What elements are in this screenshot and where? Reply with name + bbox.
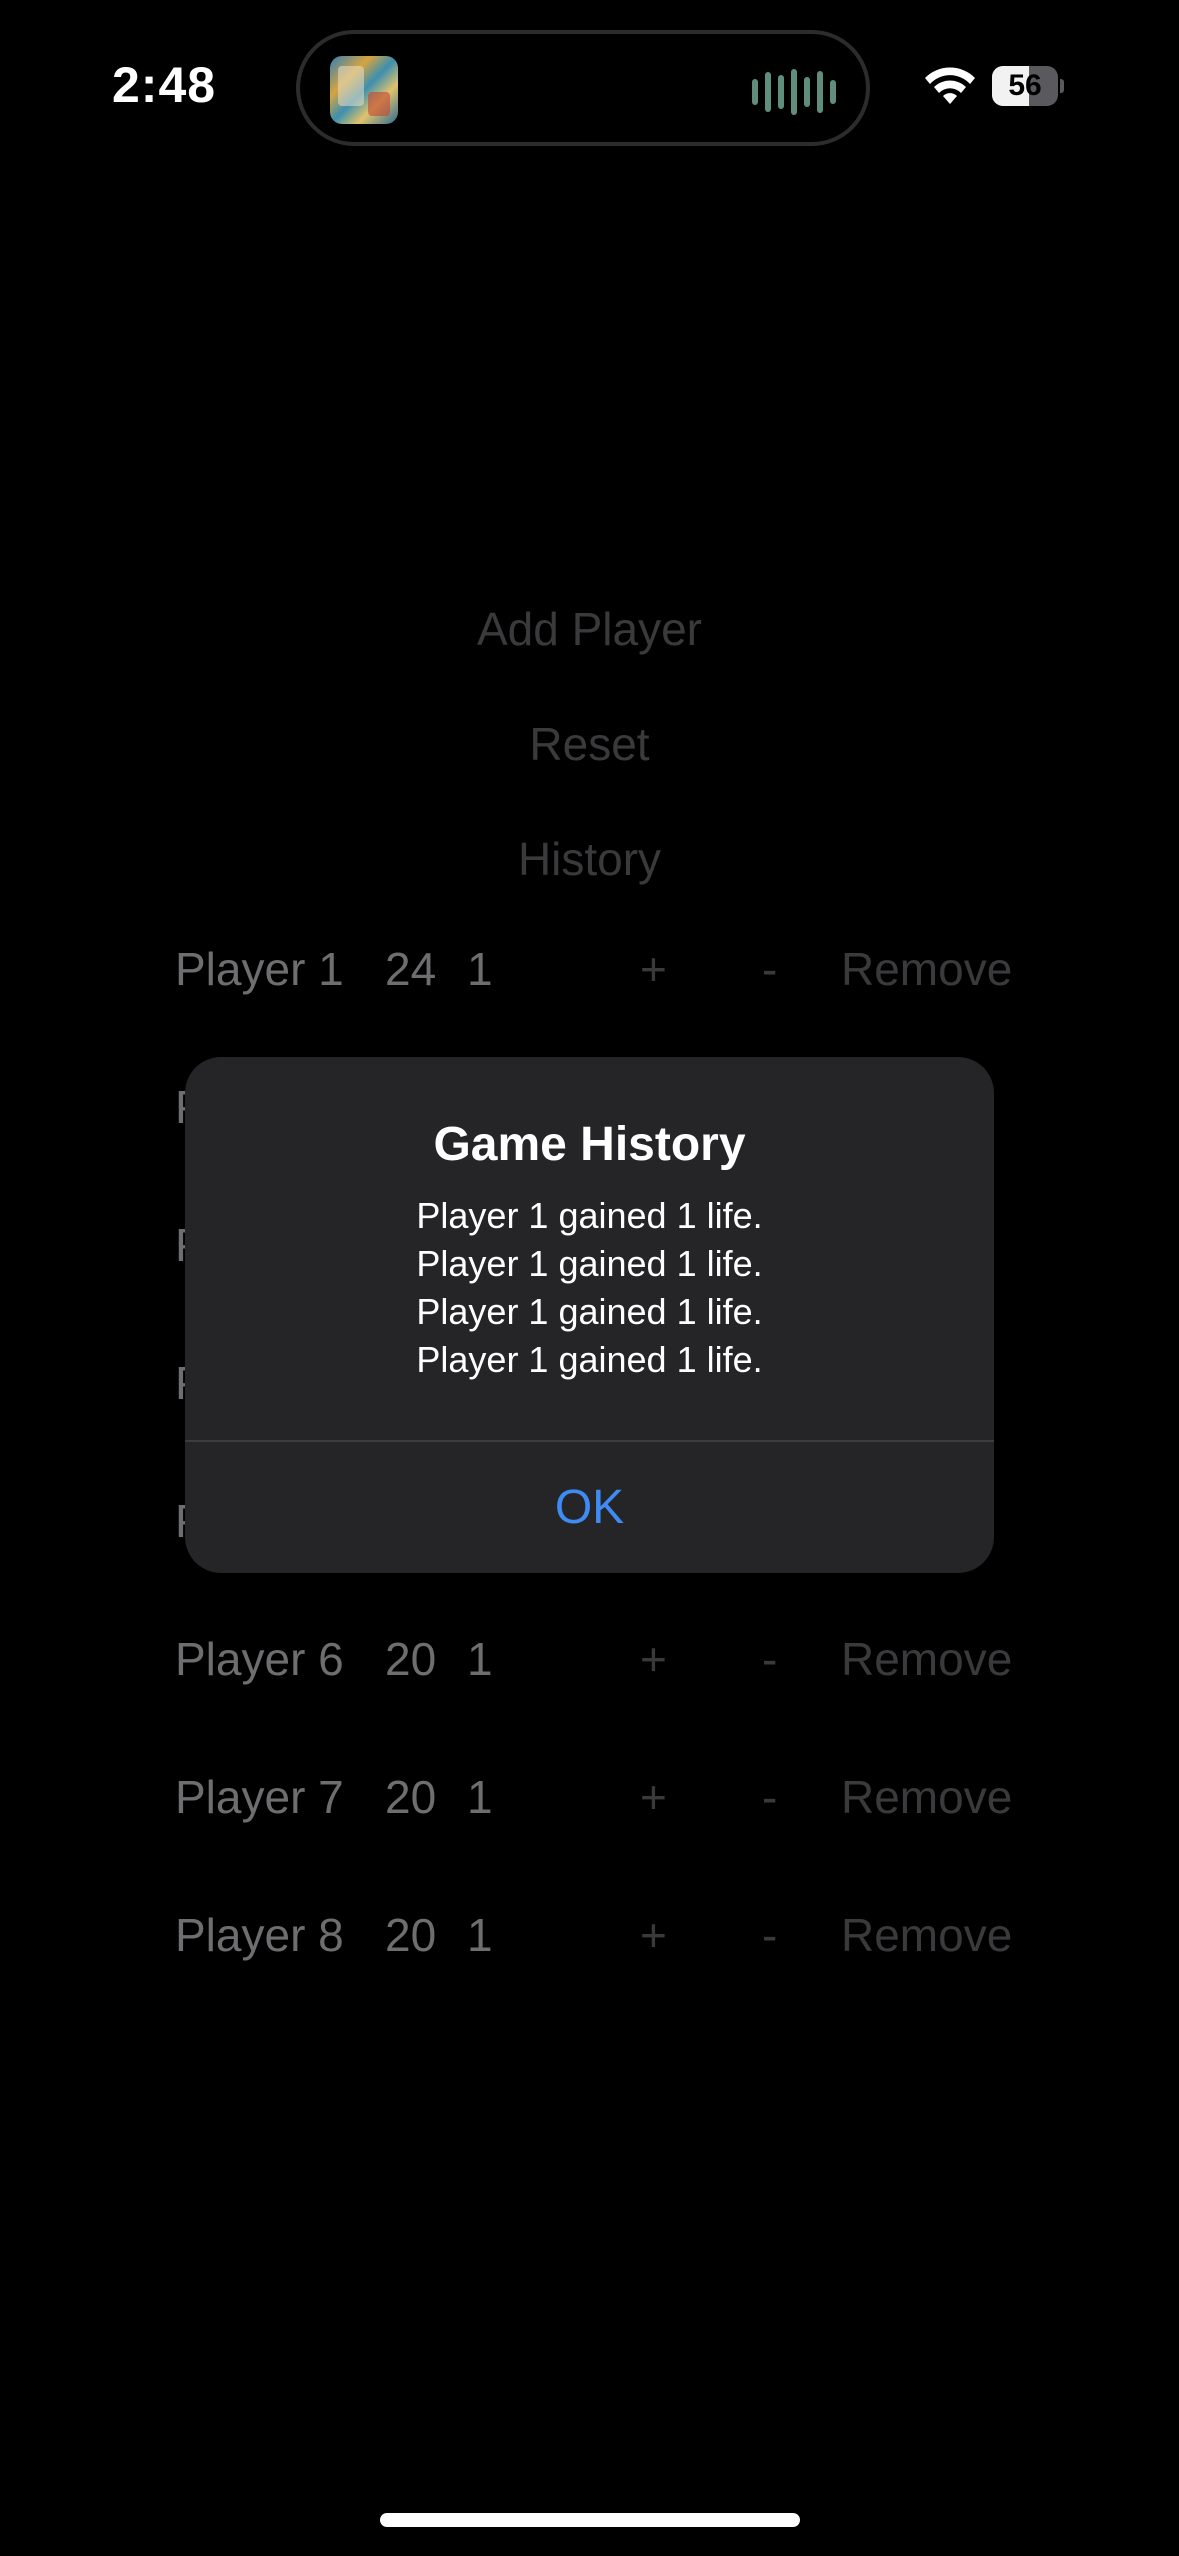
- game-history-alert: Game History Player 1 gained 1 life. Pla…: [185, 1057, 994, 1573]
- alert-message-list: Player 1 gained 1 life. Player 1 gained …: [185, 1192, 994, 1384]
- ok-button[interactable]: OK: [185, 1442, 994, 1573]
- history-entry: Player 1 gained 1 life.: [416, 1291, 763, 1332]
- app-screen: 2:48 56 Add Player Reset History Player …: [0, 0, 1179, 2556]
- alert-title: Game History: [433, 1118, 746, 1171]
- history-entry: Player 1 gained 1 life.: [416, 1195, 763, 1236]
- history-entry: Player 1 gained 1 life.: [416, 1339, 763, 1380]
- home-indicator[interactable]: [380, 2513, 800, 2527]
- history-entry: Player 1 gained 1 life.: [416, 1243, 763, 1284]
